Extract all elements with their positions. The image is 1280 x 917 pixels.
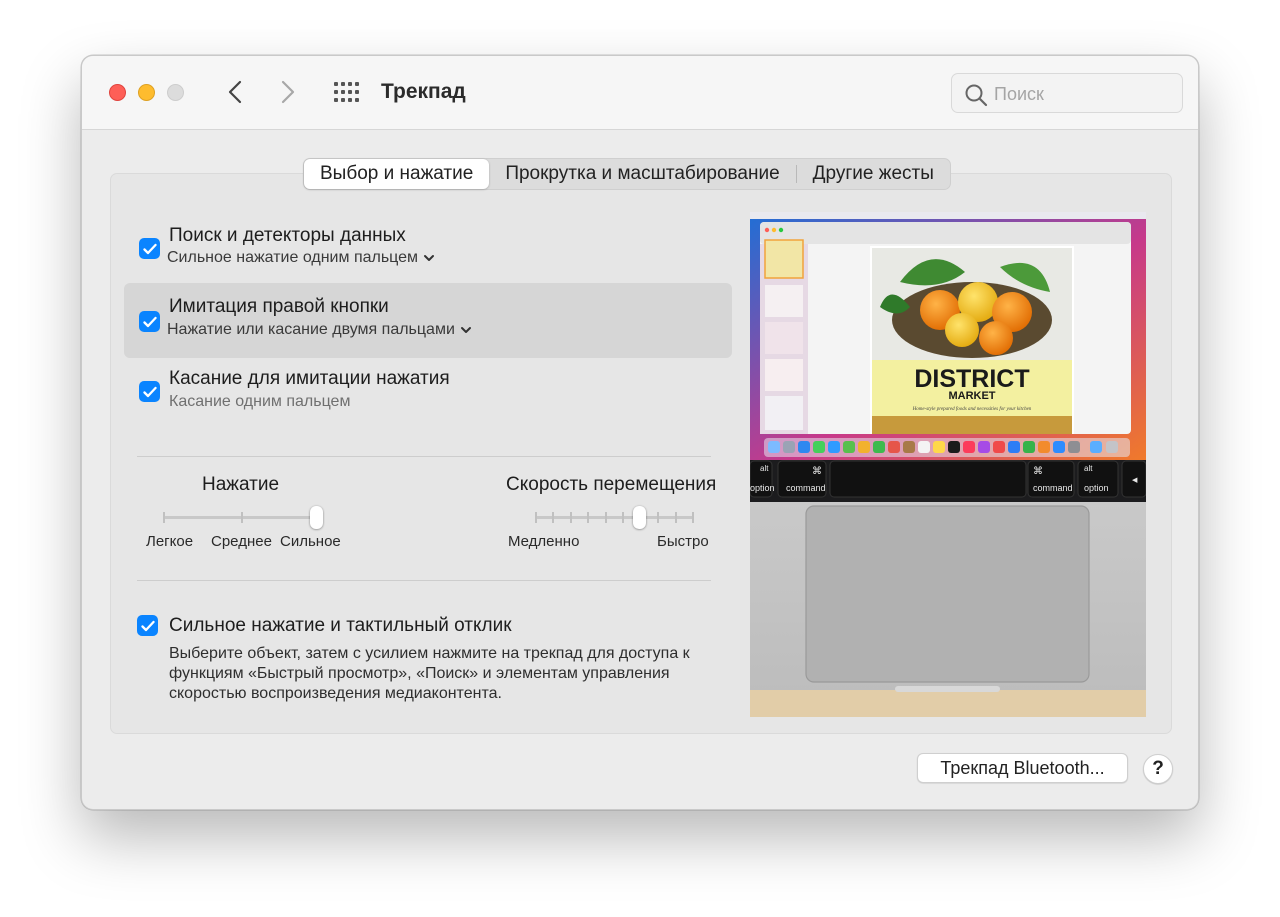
show-all-button[interactable] — [332, 80, 360, 104]
key-left-alt: alt — [760, 464, 769, 473]
zoom-button[interactable] — [167, 84, 184, 101]
preferences-window: Трекпад Выбор и нажатие Прокрутка и масш… — [81, 55, 1199, 810]
speed-slider-tick — [692, 512, 694, 523]
click-slider-knob[interactable] — [310, 506, 323, 529]
key-left-command: command — [786, 483, 826, 493]
speed-slider-label: Скорость перемещения — [506, 474, 717, 495]
click-tick-firm: Сильное — [280, 533, 341, 550]
tab-point-and-click[interactable]: Выбор и нажатие — [304, 159, 490, 189]
force-click-checkbox[interactable] — [137, 615, 158, 636]
key-right-cmd-symbol: ⌘ — [1033, 466, 1043, 477]
key-arrow: ◀ — [1132, 477, 1138, 484]
key-left-cmd-symbol: ⌘ — [812, 466, 822, 477]
chevron-left-icon — [228, 80, 242, 104]
key-right-command: command — [1033, 483, 1073, 493]
trackpad-surface — [805, 505, 1090, 683]
secondary-click-title: Имитация правой кнопки — [169, 296, 389, 317]
click-slider-tick — [241, 512, 243, 523]
speed-slider-tick — [587, 512, 589, 523]
checkmark-icon — [142, 243, 157, 254]
back-button[interactable] — [221, 78, 249, 106]
speed-max-label: Быстро — [657, 533, 709, 550]
speed-slider-tick — [605, 512, 607, 523]
click-tick-light: Легкое — [146, 533, 194, 550]
checkmark-icon — [142, 316, 157, 327]
tab-bar: Выбор и нажатие Прокрутка и масштабирова… — [303, 158, 951, 190]
tab-more-gestures[interactable]: Другие жесты — [797, 159, 950, 189]
key-right-option: option — [1084, 483, 1109, 493]
window-title: Трекпад — [381, 80, 466, 103]
speed-slider-tick — [570, 512, 572, 523]
speed-slider-knob[interactable] — [633, 506, 646, 529]
chevron-down-icon — [424, 255, 435, 261]
secondary-click-popup[interactable]: Нажатие или касание двумя пальцами — [167, 321, 472, 339]
preview-doc-subtitle: MARKET — [948, 390, 995, 402]
help-button[interactable]: ? — [1143, 754, 1173, 784]
speed-min-label: Медленно — [508, 533, 580, 550]
speed-slider-tick — [552, 512, 554, 523]
tap-to-click-subtitle: Касание одним пальцем — [169, 393, 351, 410]
checkmark-icon — [142, 386, 157, 397]
divider — [137, 580, 711, 581]
bluetooth-trackpad-button[interactable]: Трекпад Bluetooth... — [917, 753, 1128, 783]
tab-scroll-and-zoom[interactable]: Прокрутка и масштабирование — [489, 159, 795, 189]
close-button[interactable] — [109, 84, 126, 101]
minimize-button[interactable] — [138, 84, 155, 101]
key-left-option: option — [750, 483, 775, 493]
click-tick-medium: Среднее — [211, 533, 272, 550]
secondary-click-checkbox[interactable] — [139, 311, 160, 332]
option-tap-to-click: Касание для имитации нажатия Касание одн… — [124, 361, 732, 421]
lookup-title: Поиск и детекторы данных — [169, 225, 406, 246]
tap-to-click-checkbox[interactable] — [139, 381, 160, 402]
option-secondary-click: Имитация правой кнопки Нажатие или касан… — [124, 283, 732, 358]
secondary-click-subtitle: Нажатие или касание двумя пальцами — [167, 321, 455, 338]
chevron-down-icon — [460, 327, 471, 333]
key-right-alt: alt — [1084, 464, 1093, 473]
option-lookup: Поиск и детекторы данных Сильное нажатие… — [124, 213, 732, 273]
search-field[interactable] — [951, 73, 1183, 113]
forward-button[interactable] — [274, 78, 302, 106]
lookup-subtitle: Сильное нажатие одним пальцем — [167, 249, 419, 266]
search-input[interactable] — [994, 80, 1174, 108]
tap-to-click-title: Касание для имитации нажатия — [169, 368, 450, 389]
divider — [137, 456, 711, 457]
speed-slider-tick — [675, 512, 677, 523]
preview-doc-tagline: Home-style prepared foods and necessitie… — [912, 407, 1032, 412]
click-slider-label: Нажатие — [202, 474, 280, 495]
checkmark-icon — [140, 620, 155, 631]
chevron-right-icon — [281, 80, 295, 104]
speed-slider-tick — [622, 512, 624, 523]
grid-icon — [334, 82, 359, 102]
preview-doc-title: DISTRICT — [914, 365, 1029, 393]
speed-slider-tick — [657, 512, 659, 523]
search-icon — [965, 84, 988, 107]
click-slider-tick — [163, 512, 165, 523]
speed-slider-track — [536, 516, 694, 519]
gesture-preview: DISTRICT MARKET Home-style prepared food… — [750, 212, 1146, 717]
title-bar: Трекпад — [82, 56, 1198, 130]
lookup-popup[interactable]: Сильное нажатие одним пальцем — [167, 249, 435, 267]
force-click-title: Сильное нажатие и тактильный отклик — [169, 615, 512, 636]
speed-slider-tick — [535, 512, 537, 523]
force-click-description: Выберите объект, затем с усилием нажмите… — [169, 645, 690, 702]
lookup-checkbox[interactable] — [139, 238, 160, 259]
preview-illustration: DISTRICT MARKET Home-style prepared food… — [750, 212, 1146, 717]
